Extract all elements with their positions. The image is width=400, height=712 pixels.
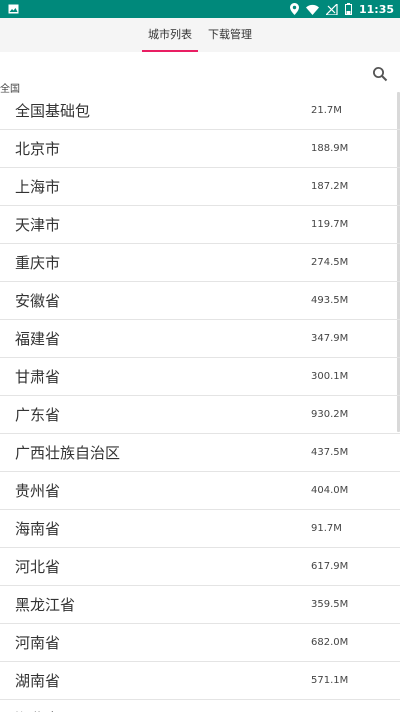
city-name: 海南省 [15, 520, 61, 538]
city-name: 重庆市 [15, 254, 61, 272]
status-bar: 11:35 [0, 0, 400, 18]
city-name: 甘肃省 [15, 368, 61, 386]
city-row[interactable]: 黑龙江省 359.5M [0, 586, 400, 624]
city-row[interactable]: 贵州省 404.0M [0, 472, 400, 510]
city-name: 广西壮族自治区 [15, 444, 121, 462]
image-icon [8, 4, 19, 14]
city-list-panel: 全国 全国基础包 21.7M 北京市 188.9M 上海市 187.2M 天津市 119.7M… [0, 52, 400, 712]
signal-off-icon [325, 3, 338, 15]
city-row[interactable]: 河南省 682.0M [0, 624, 400, 662]
city-row[interactable]: 天津市 119.7M [0, 206, 400, 244]
city-row[interactable]: 重庆市 274.5M [0, 244, 400, 282]
city-list: 全国基础包 21.7M 北京市 188.9M 上海市 187.2M 天津市 119.7M 重庆市… [0, 92, 400, 712]
tab-city-list[interactable]: 城市列表 [140, 18, 200, 52]
city-row[interactable]: 全国基础包 21.7M [0, 92, 400, 130]
city-row[interactable]: 湖南省 571.1M [0, 662, 400, 700]
city-name: 全国基础包 [15, 102, 91, 120]
search-icon[interactable] [372, 66, 390, 84]
city-name: 上海市 [15, 178, 61, 196]
wifi-icon [305, 4, 319, 15]
city-name: 天津市 [15, 216, 61, 234]
city-row[interactable]: 广东省 930.2M [0, 396, 400, 434]
city-row[interactable]: 湖北省 [0, 700, 400, 712]
city-name: 广东省 [15, 406, 61, 424]
city-row[interactable]: 北京市 188.9M [0, 130, 400, 168]
city-name: 贵州省 [15, 482, 61, 500]
city-name: 北京市 [15, 140, 61, 158]
city-name: 福建省 [15, 330, 61, 348]
city-row[interactable]: 甘肃省 300.1M [0, 358, 400, 396]
city-row[interactable]: 上海市 187.2M [0, 168, 400, 206]
city-row[interactable]: 河北省 617.9M [0, 548, 400, 586]
city-name: 黑龙江省 [15, 596, 76, 614]
city-name: 安徽省 [15, 292, 61, 310]
city-name: 河南省 [15, 634, 61, 652]
city-name: 湖南省 [15, 672, 61, 690]
city-row[interactable]: 福建省 347.9M [0, 320, 400, 358]
status-time: 11:35 [358, 2, 394, 16]
tab-bar: 城市列表 下载管理 [0, 18, 400, 52]
battery-icon [344, 3, 352, 15]
city-row[interactable]: 海南省 91.7M [0, 510, 400, 548]
city-name: 湖北省 [15, 708, 325, 712]
city-name: 河北省 [15, 558, 61, 576]
tab-download-manager[interactable]: 下载管理 [200, 18, 260, 52]
location-icon [289, 3, 299, 15]
city-row[interactable]: 广西壮族自治区 437.5M [0, 434, 400, 472]
city-row[interactable]: 安徽省 493.5M [0, 282, 400, 320]
